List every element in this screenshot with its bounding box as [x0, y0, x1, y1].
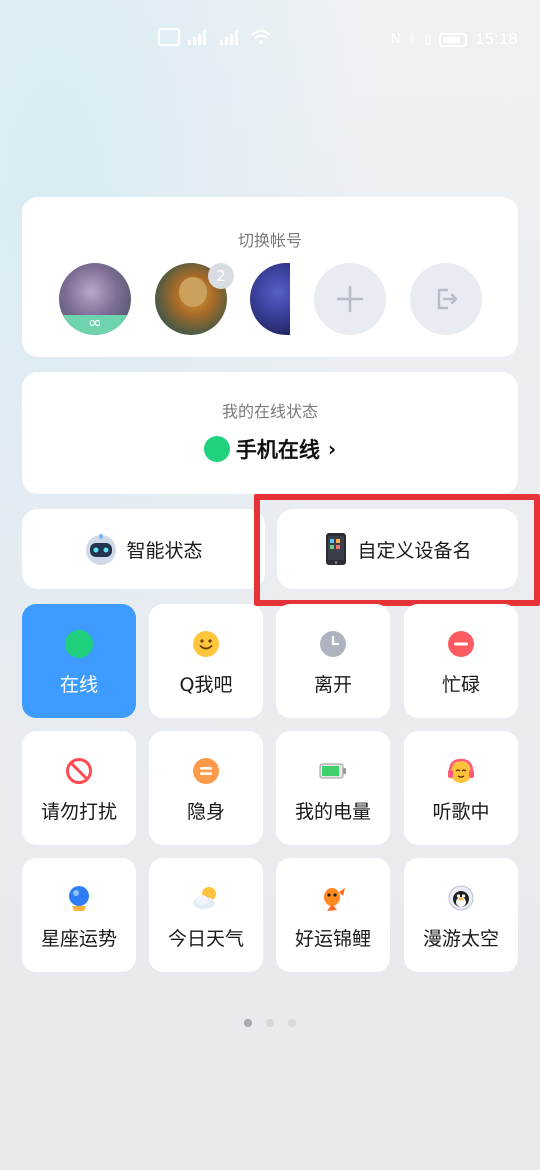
- status-tile-label: 请勿打扰: [40, 801, 117, 823]
- clock-icon: [320, 631, 346, 657]
- status-tile-horoscope[interactable]: 星座运势: [22, 858, 136, 972]
- page-dot[interactable]: [266, 1019, 274, 1027]
- smart-status-button[interactable]: 智能状态: [22, 509, 265, 589]
- custom-device-name-button[interactable]: 自定义设备名: [277, 509, 518, 589]
- hd-icon: [158, 28, 180, 46]
- signal-icon: [220, 30, 238, 45]
- battery-level-icon: [319, 763, 346, 779]
- status-tile-busy[interactable]: 忙碌: [404, 604, 518, 718]
- status-tile-weather[interactable]: 今日天气: [149, 858, 263, 972]
- online-status-card[interactable]: 我的在线状态 手机在线 ›: [22, 372, 518, 494]
- do-not-disturb-icon: [66, 758, 92, 784]
- status-tile-label: 听歌中: [432, 801, 490, 823]
- vibrate-icon: ▯: [424, 32, 432, 47]
- online-dot-icon: [203, 436, 230, 462]
- smart-status-label: 智能状态: [126, 539, 203, 562]
- bluetooth-icon: ᛒ: [408, 32, 417, 47]
- status-tile-listening[interactable]: 听歌中: [404, 731, 518, 845]
- page-dot[interactable]: [288, 1019, 296, 1027]
- status-tile-dnd[interactable]: 请勿打扰: [22, 731, 136, 845]
- invisible-icon: [193, 758, 219, 784]
- status-bar: N ᛒ ▯ 15:18: [0, 28, 540, 52]
- infinity-icon: ∞: [87, 313, 103, 333]
- status-tile-label: 忙碌: [441, 674, 480, 696]
- add-account-icon: [336, 285, 364, 313]
- status-tile-label: 隐身: [186, 801, 225, 823]
- logout-icon: [437, 288, 458, 310]
- online-dot-icon: [65, 630, 93, 658]
- signal-icon: [188, 30, 206, 45]
- status-bar-left: [158, 28, 272, 46]
- status-tile-invisible[interactable]: 隐身: [149, 731, 263, 845]
- status-tile-label: 漫游太空: [422, 928, 499, 950]
- status-tile-label: 我的电量: [294, 801, 371, 823]
- online-status-row[interactable]: 手机在线 ›: [22, 434, 518, 464]
- weather-sun-cloud-icon: [193, 887, 216, 909]
- wifi-icon: [251, 30, 271, 44]
- battery-icon: [439, 33, 468, 47]
- status-tile-label: 今日天气: [167, 928, 244, 950]
- add-account-button[interactable]: [314, 263, 386, 335]
- status-tile-label: Q我吧: [179, 674, 233, 696]
- page-dot-active[interactable]: [244, 1019, 252, 1027]
- status-tile-space[interactable]: 漫游太空: [404, 858, 518, 972]
- chevron-right-icon: ›: [327, 437, 337, 461]
- page-indicator: [0, 1019, 540, 1027]
- busy-minus-icon: [448, 631, 474, 657]
- logout-button[interactable]: [410, 263, 482, 335]
- headphones-emoji-icon: [448, 758, 474, 783]
- avatar-face: [179, 277, 207, 307]
- koi-fish-icon: [324, 888, 345, 911]
- custom-device-name-label: 自定义设备名: [357, 539, 472, 562]
- online-status-title: 我的在线状态: [221, 402, 318, 421]
- status-tile-koi[interactable]: 好运锦鲤: [276, 858, 390, 972]
- status-tile-label: 好运锦鲤: [294, 928, 371, 950]
- smile-icon: [193, 631, 219, 657]
- status-bar-right: N ᛒ ▯ 15:18: [391, 28, 518, 52]
- online-status-value: 手机在线: [235, 438, 320, 462]
- switch-account-title: 切换帐号: [237, 231, 302, 250]
- status-tile-online[interactable]: 在线: [22, 604, 136, 718]
- status-time: 15:18: [475, 31, 518, 48]
- avatar-current-account[interactable]: ∞: [59, 263, 131, 335]
- phone-icon: [326, 533, 347, 565]
- status-tile-label: 星座运势: [40, 928, 117, 950]
- status-tile-away[interactable]: 离开: [276, 604, 390, 718]
- status-tile-battery[interactable]: 我的电量: [276, 731, 390, 845]
- switch-account-card: 切换帐号 ∞: [22, 197, 518, 357]
- robot-icon: [86, 534, 117, 565]
- unread-badge: 2: [208, 263, 234, 289]
- status-tile-label: 离开: [313, 674, 352, 696]
- battery-fill: [443, 37, 461, 43]
- qq-penguin-astronaut-icon: [448, 885, 474, 911]
- avatar-account-3[interactable]: [250, 263, 290, 335]
- crystal-ball-icon: [69, 886, 89, 911]
- nfc-icon: N: [390, 32, 401, 47]
- status-tile-q-me[interactable]: Q我吧: [149, 604, 263, 718]
- status-tile-label: 在线: [59, 674, 98, 696]
